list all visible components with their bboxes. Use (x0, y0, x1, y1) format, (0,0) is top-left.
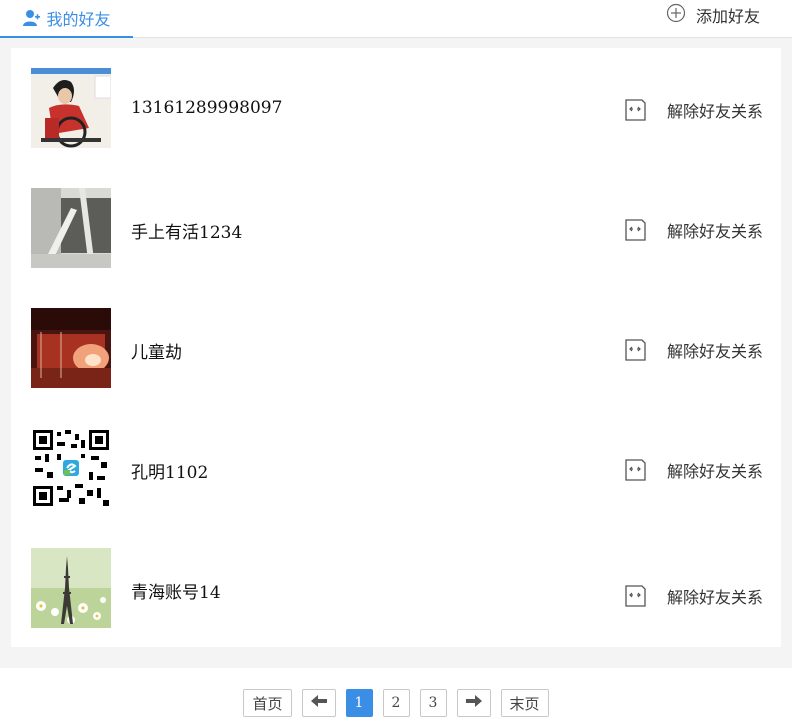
unfriend-button[interactable]: 解除好友关系 (623, 458, 763, 482)
friend-row: 手上有活1234 解除好友关系 (11, 188, 781, 268)
unlink-icon (623, 584, 647, 608)
unfriend-button[interactable]: 解除好友关系 (623, 584, 763, 608)
unlink-icon (623, 98, 647, 122)
pagination: 首页 1 2 3 末页 (0, 689, 792, 717)
friend-row: 13161289998097 解除好友关系 (11, 68, 781, 148)
user-icon (22, 9, 41, 27)
add-friend-button[interactable]: 添加好友 (666, 0, 760, 30)
unfriend-label: 解除好友关系 (666, 222, 763, 241)
unfriend-button[interactable]: 解除好友关系 (623, 98, 763, 122)
add-friend-label: 添加好友 (695, 7, 760, 26)
friend-row: 青海账号14 解除好友关系 (11, 548, 781, 628)
unlink-icon (623, 458, 647, 482)
unlink-icon (623, 218, 647, 242)
first-page-button[interactable]: 首页 (243, 689, 292, 717)
unfriend-label: 解除好友关系 (666, 462, 763, 481)
friend-name[interactable]: 手上有活1234 (131, 218, 242, 243)
unlink-icon (623, 338, 647, 362)
tab-my-friends[interactable]: 我的好友 (0, 0, 133, 38)
plus-circle-icon (666, 3, 686, 27)
unfriend-button[interactable]: 解除好友关系 (623, 338, 763, 362)
unfriend-label: 解除好友关系 (666, 342, 763, 361)
friend-name[interactable]: 孔明1102 (131, 458, 208, 483)
friend-avatar[interactable] (31, 188, 111, 268)
unfriend-label: 解除好友关系 (666, 102, 763, 121)
arrow-right-icon (465, 694, 483, 712)
friend-list: 13161289998097 解除好友关系 手上有活1234 解除好友关系 儿童… (11, 48, 781, 647)
friend-name[interactable]: 13161289998097 (131, 98, 282, 118)
page-2-button[interactable]: 2 (382, 689, 410, 717)
page-1-button[interactable]: 1 (345, 689, 373, 717)
next-page-button[interactable] (456, 689, 491, 717)
friends-panel: 13161289998097 解除好友关系 手上有活1234 解除好友关系 儿童… (0, 38, 792, 668)
tab-my-friends-label: 我的好友 (46, 10, 111, 29)
unfriend-label: 解除好友关系 (666, 588, 763, 607)
friend-row: 孔明1102 解除好友关系 (11, 428, 781, 508)
friend-avatar[interactable] (31, 68, 111, 148)
last-page-button[interactable]: 末页 (500, 689, 549, 717)
friend-avatar[interactable] (31, 428, 111, 508)
friend-row: 儿童劫 解除好友关系 (11, 308, 781, 388)
friends-header: 我的好友 添加好友 (0, 0, 792, 38)
unfriend-button[interactable]: 解除好友关系 (623, 218, 763, 242)
page-3-button[interactable]: 3 (419, 689, 447, 717)
friend-name[interactable]: 青海账号14 (131, 578, 221, 603)
arrow-left-icon (310, 694, 328, 712)
friend-avatar[interactable] (31, 548, 111, 628)
prev-page-button[interactable] (301, 689, 336, 717)
friend-name[interactable]: 儿童劫 (131, 338, 182, 363)
friend-avatar[interactable] (31, 308, 111, 388)
